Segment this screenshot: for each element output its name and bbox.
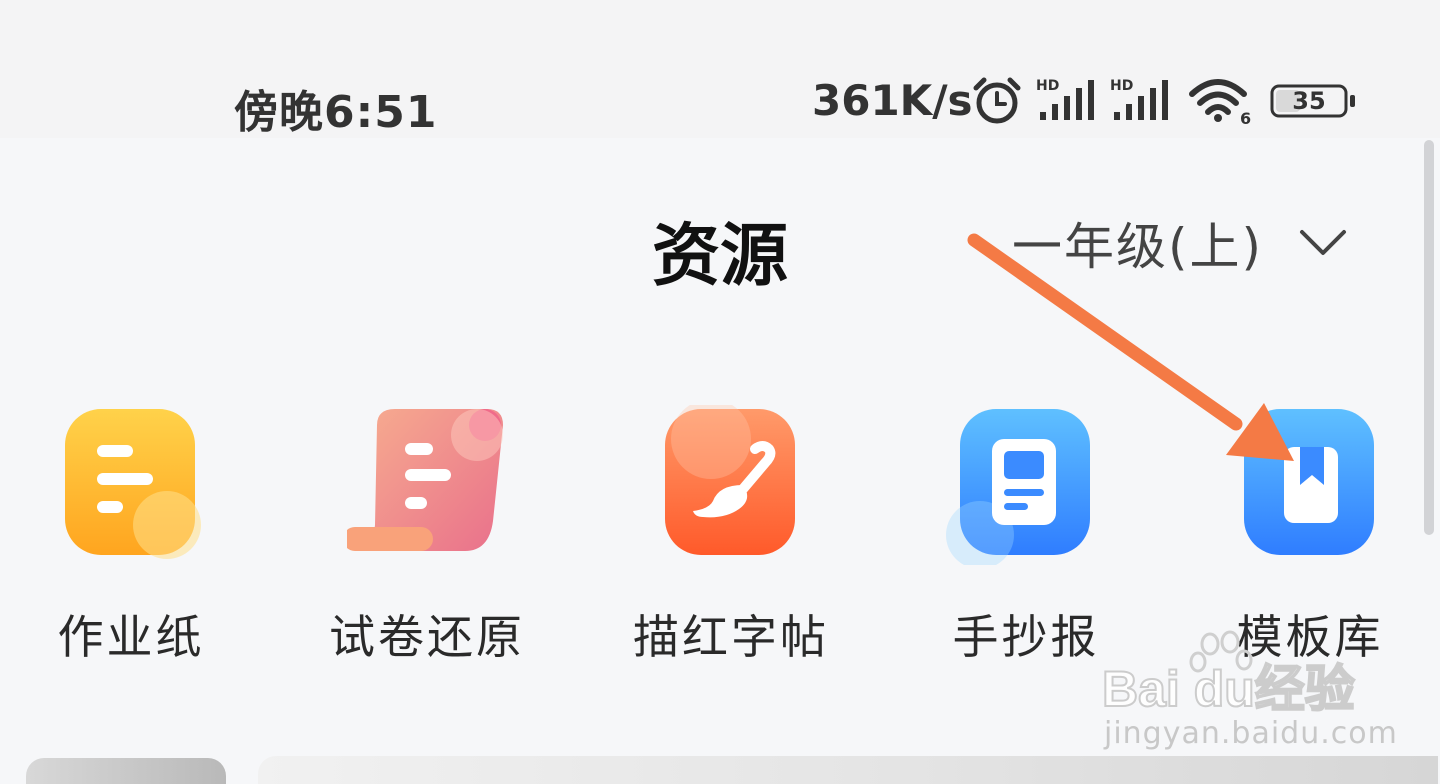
svg-text:HD: HD (1110, 78, 1133, 94)
grade-selector[interactable]: 一年级(上) (1012, 206, 1347, 280)
newspaper-icon (946, 409, 1090, 565)
watermark-url: jingyan.baidu.com (1104, 716, 1398, 751)
screen: 傍晚6:51 361K/s HD HD 6 35 资源 一年级(上) 作业纸 试… (0, 0, 1440, 784)
alarm-icon (973, 77, 1021, 124)
tool-label: 手抄报 (952, 610, 1100, 664)
exam-scroll-icon (347, 409, 503, 551)
homework-paper-icon (65, 409, 201, 559)
status-time: 傍晚6:51 (234, 87, 438, 138)
grade-selector-label: 一年级(上) (1012, 218, 1264, 276)
svg-text:6: 6 (1240, 109, 1251, 126)
tool-label: 模板库 (1236, 610, 1384, 664)
network-speed: 361K/s (812, 76, 973, 125)
tool-homework-paper[interactable]: 作业纸 (1, 405, 261, 665)
wifi-6-icon: 6 (1189, 79, 1251, 126)
page-title: 资源 (652, 217, 789, 296)
content-card-thumbnail[interactable] (26, 758, 226, 784)
brush-icon (665, 405, 795, 555)
hd-signal-icon: HD (1110, 78, 1168, 120)
tool-exam-restore[interactable]: 试卷还原 (297, 405, 557, 665)
tool-label: 作业纸 (57, 610, 205, 664)
tool-handwritten-newspaper[interactable]: 手抄报 (896, 405, 1156, 665)
tool-template-library[interactable]: 模板库 (1180, 405, 1440, 665)
template-book-icon (1244, 409, 1374, 555)
svg-text:HD: HD (1036, 78, 1059, 94)
chevron-down-icon (1300, 230, 1347, 255)
hd-signal-icon: HD (1036, 78, 1094, 120)
svg-text:Bai du经验: Bai du经验 (1102, 661, 1355, 717)
battery-level: 35 (1292, 87, 1326, 115)
status-bar: 傍晚6:51 361K/s HD HD 6 35 (0, 0, 1440, 138)
tool-label: 描红字帖 (633, 610, 829, 664)
battery-icon: 35 (1270, 84, 1358, 118)
tool-calligraphy[interactable]: 描红字帖 (601, 405, 861, 665)
content-card-banner[interactable] (258, 756, 1438, 784)
tool-label: 试卷还原 (329, 610, 525, 664)
